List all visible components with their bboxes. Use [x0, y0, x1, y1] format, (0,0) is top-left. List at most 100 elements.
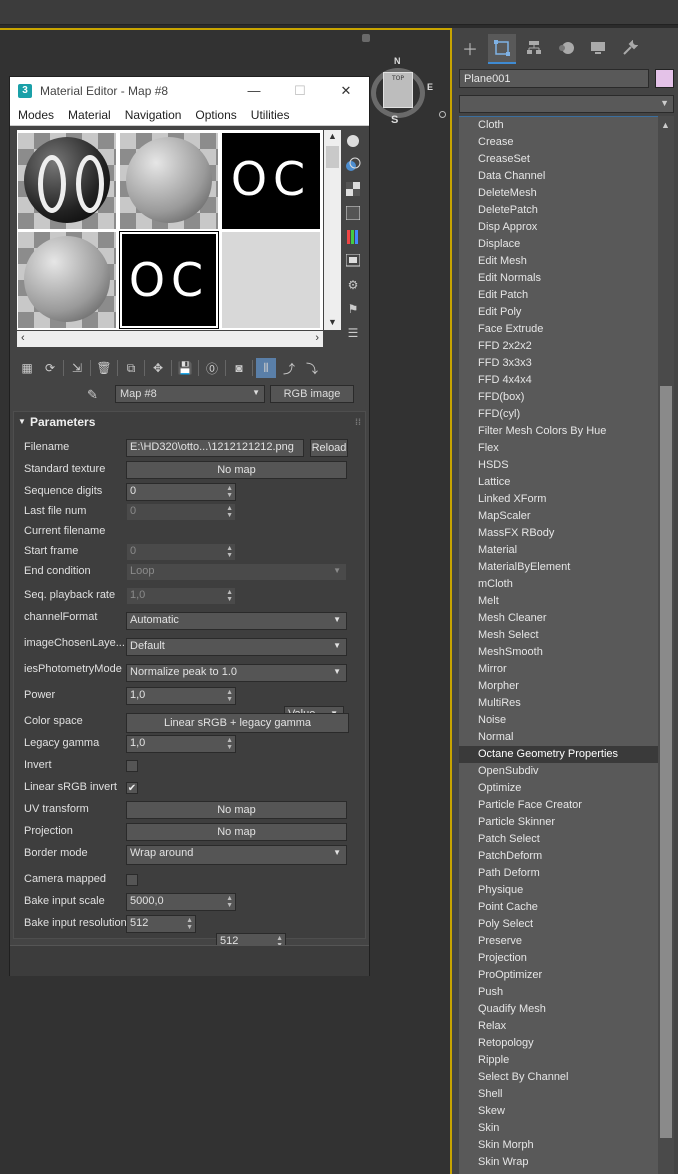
modifier-list-item[interactable]: Edit Normals	[459, 270, 658, 287]
scrollbar-thumb[interactable]	[326, 146, 339, 168]
modifier-list-item[interactable]: Mirror	[459, 661, 658, 678]
sample-type-icon[interactable]	[344, 132, 362, 150]
standard-texture-button[interactable]: No map	[126, 461, 347, 479]
modifier-list-item[interactable]: OpenSubdiv	[459, 763, 658, 780]
modifier-list-item[interactable]: Ripple	[459, 1052, 658, 1069]
show-end-result-icon[interactable]: ⫴	[256, 358, 276, 378]
modifier-list-item[interactable]: FFD 2x2x2	[459, 338, 658, 355]
modifier-list-item[interactable]: FFD(cyl)	[459, 406, 658, 423]
modifier-list-item[interactable]: Skew	[459, 1103, 658, 1120]
modifier-list-item[interactable]: Noise	[459, 712, 658, 729]
modifier-list-item[interactable]: Mesh Select	[459, 627, 658, 644]
sample-slot[interactable]	[18, 133, 116, 229]
modifier-list-item[interactable]: Patch Select	[459, 831, 658, 848]
modifier-list[interactable]: Cloth Crease CreaseSet Data Channel DeleteMe…	[459, 116, 658, 1174]
spinner-arrows-icon[interactable]: ▲▼	[226, 689, 233, 703]
modifier-list-item[interactable]: Projection	[459, 950, 658, 967]
modifier-list-item[interactable]: Skin Morph	[459, 1137, 658, 1154]
utilities-tab-icon[interactable]	[616, 34, 644, 62]
material-map-navigator-icon[interactable]: ☰	[344, 324, 362, 342]
modifier-list-item[interactable]: Physique	[459, 882, 658, 899]
sample-slot-active[interactable]: OC	[119, 231, 219, 329]
modifier-list-item[interactable]: FFD 3x3x3	[459, 355, 658, 372]
modifier-list-item[interactable]: Skin	[459, 1120, 658, 1137]
modifier-list-item[interactable]: Normal	[459, 729, 658, 746]
make-material-copy-icon[interactable]: ⧉	[121, 358, 141, 378]
minimize-button[interactable]: —	[231, 77, 277, 104]
eyedropper-icon[interactable]: ✎	[87, 387, 98, 403]
filename-field[interactable]: E:\HD320\otto...\1212121212.png	[126, 439, 304, 457]
parameters-rollout-header[interactable]: ▼ Parameters ⁞⁞	[14, 412, 365, 432]
modifier-list-item[interactable]: Path Deform	[459, 865, 658, 882]
create-tab-icon[interactable]: ＋	[456, 34, 484, 62]
modifier-list-dropdown[interactable]: ▼	[459, 95, 674, 113]
color-space-button[interactable]: Linear sRGB + legacy gamma	[126, 713, 349, 733]
spinner-arrows-icon[interactable]: ▲▼	[226, 737, 233, 751]
modifier-list-item[interactable]: Point Cache	[459, 899, 658, 916]
scroll-right-icon[interactable]: ›	[315, 332, 319, 344]
modifier-list-item[interactable]: Filter Mesh Colors By Hue	[459, 423, 658, 440]
sequence-digits-spinner[interactable]: 0 ▲ ▼	[126, 483, 236, 501]
menu-options[interactable]: Options	[187, 108, 242, 122]
scroll-up-icon[interactable]: ▲	[328, 131, 337, 141]
sample-slot[interactable]	[18, 232, 116, 328]
reload-button[interactable]: Reload	[310, 439, 348, 457]
bake-resolution-x-spinner[interactable]: 512 ▲ ▼	[126, 915, 196, 933]
object-name-field[interactable]: Plane001	[459, 69, 649, 88]
scrollbar-thumb[interactable]	[660, 386, 672, 1138]
legacy-gamma-spinner[interactable]: 1,0 ▲ ▼	[126, 735, 236, 753]
make-preview-icon[interactable]	[344, 252, 362, 270]
modifier-list-item[interactable]: Morpher	[459, 678, 658, 695]
object-color-swatch[interactable]	[655, 69, 674, 88]
scroll-down-icon[interactable]: ▼	[328, 317, 337, 327]
modifier-list-item[interactable]: ProOptimizer	[459, 967, 658, 984]
invert-checkbox[interactable]	[126, 760, 138, 772]
backlight-icon[interactable]	[344, 156, 362, 174]
modifier-list-item[interactable]: Cloth	[459, 117, 658, 134]
spinner-arrows-icon[interactable]: ▲▼	[226, 895, 233, 909]
modifier-list-item[interactable]: mCloth	[459, 576, 658, 593]
modifier-list-item[interactable]: Displace	[459, 236, 658, 253]
sample-uv-tiling-icon[interactable]	[344, 204, 362, 222]
modifier-list-item[interactable]: Melt	[459, 593, 658, 610]
camera-mapped-checkbox[interactable]	[126, 874, 138, 886]
ies-photometry-mode-dropdown[interactable]: Normalize peak to 1.0 ▼	[126, 664, 347, 682]
modifier-list-item[interactable]: Mesh Cleaner	[459, 610, 658, 627]
scroll-up-icon[interactable]: ▲	[661, 120, 670, 130]
modifier-list-item[interactable]: FFD(box)	[459, 389, 658, 406]
modifier-list-item[interactable]: DeleteMesh	[459, 185, 658, 202]
spinner-arrows-icon[interactable]: ▲▼	[226, 485, 233, 499]
modifier-list-item[interactable]: Octane Geometry Properties	[459, 746, 658, 763]
menu-utilities[interactable]: Utilities	[243, 108, 296, 122]
modifier-list-item[interactable]: MaterialByElement	[459, 559, 658, 576]
options-icon[interactable]: ⚙	[344, 276, 362, 294]
linear-srgb-invert-checkbox[interactable]: ✔	[126, 782, 138, 794]
map-name-dropdown[interactable]: Map #8 ▼	[115, 385, 265, 403]
power-spinner[interactable]: 1,0 ▲ ▼	[126, 687, 236, 705]
modifier-list-item[interactable]: Particle Face Creator	[459, 797, 658, 814]
select-by-material-icon[interactable]: ⚑	[344, 300, 362, 318]
viewcube-home-icon[interactable]	[439, 111, 446, 118]
modifier-list-item[interactable]: MultiRes	[459, 695, 658, 712]
modifier-list-scrollbar[interactable]: ▲	[658, 116, 674, 1174]
bake-input-scale-spinner[interactable]: 5000,0 ▲ ▼	[126, 893, 236, 911]
modifier-list-item[interactable]: Edit Poly	[459, 304, 658, 321]
modifier-list-item[interactable]: Disp Approx	[459, 219, 658, 236]
modifier-list-item[interactable]: Edit Patch	[459, 287, 658, 304]
menu-material[interactable]: Material	[60, 108, 117, 122]
border-mode-dropdown[interactable]: Wrap around ▼	[126, 845, 347, 865]
map-type-button[interactable]: RGB image	[270, 385, 354, 403]
viewcube-box[interactable]: TOP	[383, 72, 413, 108]
modifier-list-item[interactable]: Poly Select	[459, 916, 658, 933]
menu-modes[interactable]: Modes	[10, 108, 60, 122]
modify-tab-icon[interactable]	[488, 34, 516, 64]
modifier-list-item[interactable]: FFD 4x4x4	[459, 372, 658, 389]
modifier-list-item[interactable]: Push	[459, 984, 658, 1001]
modifier-list-item[interactable]: Particle Skinner	[459, 814, 658, 831]
menu-navigation[interactable]: Navigation	[117, 108, 188, 122]
modifier-list-item[interactable]: Preserve	[459, 933, 658, 950]
modifier-list-item[interactable]: Select By Channel	[459, 1069, 658, 1086]
maximize-button[interactable]: ☐	[277, 77, 323, 104]
modifier-list-item[interactable]: Relax	[459, 1018, 658, 1035]
scroll-left-icon[interactable]: ‹	[21, 332, 25, 344]
